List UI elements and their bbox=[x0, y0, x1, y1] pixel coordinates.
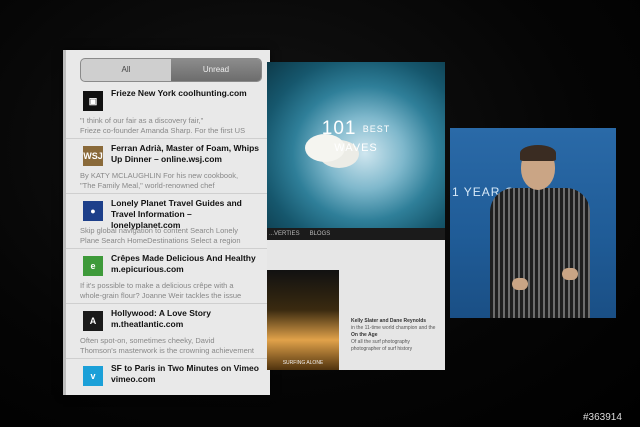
presenter-hand bbox=[512, 278, 528, 290]
hero-best: BEST bbox=[362, 123, 391, 134]
list-item-title: Crêpes Made Delicious And Healthy m.epic… bbox=[111, 253, 256, 274]
presenter-video: 1 YEAR OONLY bbox=[450, 128, 616, 318]
presenter-hair bbox=[520, 145, 556, 161]
hero-number: 101 bbox=[321, 118, 357, 139]
list-item-desc-line: "The Family Meal," world-renowned chef bbox=[80, 181, 215, 190]
list-item-title: Ferran Adrià, Master of Foam, Whips Up D… bbox=[111, 143, 259, 164]
story-line: in the 11-time world champion and the bbox=[351, 325, 436, 331]
list-item-desc: Often spot-on, sometimes cheeky, David Th… bbox=[80, 336, 262, 356]
epicurious-logo: e bbox=[83, 256, 103, 276]
vimeo-logo: v bbox=[83, 366, 103, 386]
story-line: Of all the surf photography bbox=[351, 339, 410, 345]
list-item[interactable]: ▣ Frieze New York coolhunting.com "I think… bbox=[66, 84, 270, 139]
presenter-body bbox=[490, 188, 590, 318]
thumb-caption: SURFING ALONE bbox=[282, 360, 324, 366]
nav-blogs[interactable]: BLOGS bbox=[310, 228, 331, 240]
list-item-desc-line: Skip global navigation to content Search… bbox=[80, 226, 239, 235]
story-text: Kelly Slater and Dane Reynolds in the 11… bbox=[351, 318, 441, 353]
reading-list-panel: All Unread ▣ Frieze New York coolhunting.… bbox=[63, 50, 270, 395]
list-item-desc-line: Often spot-on, sometimes cheeky, David bbox=[80, 336, 215, 345]
lonelyplanet-logo: ● bbox=[83, 201, 103, 221]
wave-hero-image: 101 BEST WAVES bbox=[267, 62, 445, 228]
list-item-desc-line: Plane Search HomeDestinations Select a r… bbox=[80, 236, 241, 245]
list-item-title: SF to Paris in Two Minutes on Vimeo vime… bbox=[111, 363, 259, 384]
list-item-desc-line: Frieze co-founder Amanda Sharp. For the … bbox=[80, 126, 246, 135]
hero-subtitle: WAVES bbox=[334, 142, 378, 154]
list-item-desc-line: By KATY MCLAUGHLIN For his new cookbook, bbox=[80, 171, 239, 180]
coolhunting-logo: ▣ bbox=[83, 91, 103, 111]
list-item-desc-line: "I think of our fair as a discovery fair… bbox=[80, 116, 204, 125]
article-nav: ...VERTIES BLOGS bbox=[267, 228, 445, 240]
list-item[interactable]: A Hollywood: A Love Story m.theatlantic.c… bbox=[66, 304, 270, 359]
story-line: photographer of surf history bbox=[351, 346, 413, 352]
list-item[interactable]: ● Lonely Planet Travel Guides and Travel … bbox=[66, 194, 270, 249]
surfing-thumbnail[interactable]: SURFING ALONE bbox=[267, 270, 339, 370]
list-item[interactable]: v SF to Paris in Two Minutes on Vimeo vim… bbox=[66, 359, 270, 395]
segment-all[interactable]: All bbox=[81, 59, 171, 81]
list-item-desc-line: Thomson's masterwork is the crowning ach… bbox=[80, 346, 255, 355]
presenter-hand bbox=[562, 268, 578, 280]
stage-background: All Unread ▣ Frieze New York coolhunting.… bbox=[0, 0, 640, 427]
list-item-title: Hollywood: A Love Story m.theatlantic.co… bbox=[111, 308, 211, 329]
wsj-logo: WSJ bbox=[83, 146, 103, 166]
list-item-desc: Skip global navigation to content Search… bbox=[80, 226, 262, 246]
article-page: 101 BEST WAVES ...VERTIES BLOGS SURFING … bbox=[267, 62, 445, 370]
story-subhead: On the Age bbox=[351, 332, 378, 338]
segment-unread[interactable]: Unread bbox=[171, 59, 261, 81]
hero-title: 101 BEST bbox=[267, 118, 445, 140]
nav-verties[interactable]: ...VERTIES bbox=[269, 228, 300, 240]
list-item[interactable]: WSJ Ferran Adrià, Master of Foam, Whips U… bbox=[66, 139, 270, 194]
list-item-desc-line: If it's possible to make a delicious crê… bbox=[80, 281, 234, 290]
list-item-desc: "I think of our fair as a discovery fair… bbox=[80, 116, 262, 136]
story-title: Kelly Slater and Dane Reynolds bbox=[351, 318, 427, 324]
list-item-desc-line: whole-grain flour? Joanne Weir tackles t… bbox=[80, 291, 242, 300]
list-item-title: Frieze New York coolhunting.com bbox=[111, 88, 247, 98]
list-item-desc: If it's possible to make a delicious crê… bbox=[80, 281, 262, 301]
reading-list-segmented-control[interactable]: All Unread bbox=[80, 58, 262, 82]
list-item-desc: By KATY MCLAUGHLIN For his new cookbook,… bbox=[80, 171, 262, 191]
list-item[interactable]: e Crêpes Made Delicious And Healthy m.epi… bbox=[66, 249, 270, 304]
theatlantic-logo: A bbox=[83, 311, 103, 331]
watermark: #363914 bbox=[583, 412, 622, 423]
reading-list: ▣ Frieze New York coolhunting.com "I think… bbox=[66, 84, 270, 395]
